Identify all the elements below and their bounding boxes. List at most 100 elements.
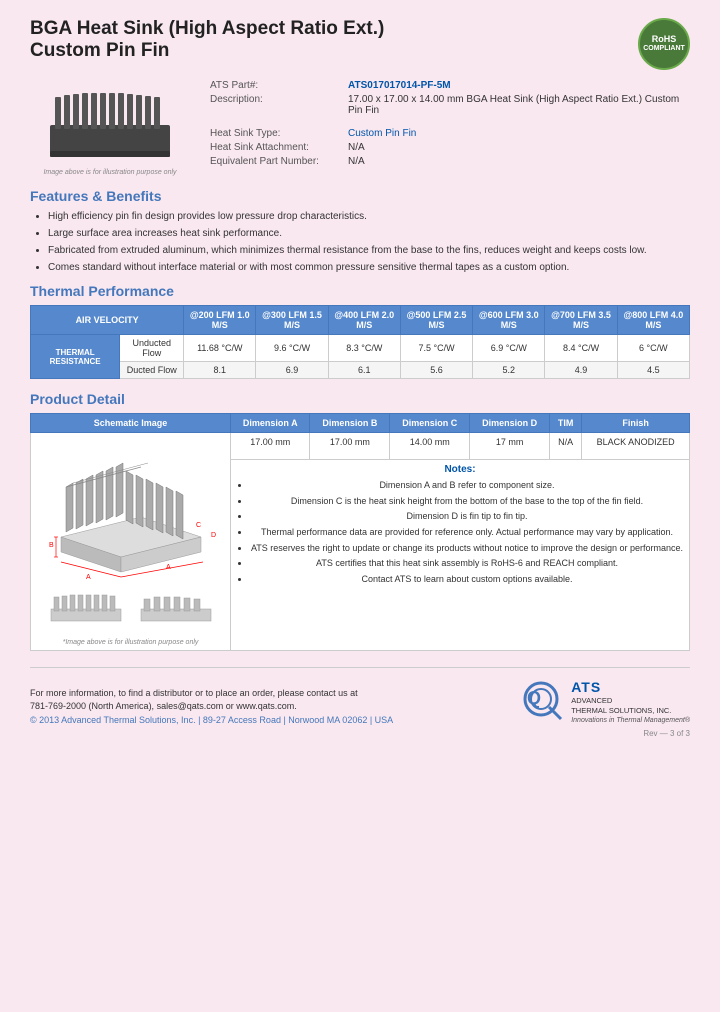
part-number-row: ATS Part#: ATS017017014-PF-5M <box>210 80 690 91</box>
product-image-area: Image above is for illustration purpose … <box>30 80 190 180</box>
unducted-300: 9.6 °C/W <box>256 335 328 362</box>
unducted-label: Unducted Flow <box>120 335 184 362</box>
features-title: Features & Benefits <box>30 188 690 204</box>
phone-line: 781-769-2000 (North America), sales@qats… <box>30 701 393 711</box>
unducted-500: 7.5 °C/W <box>400 335 472 362</box>
note-1: Dimension A and B refer to component siz… <box>250 479 684 492</box>
attachment-label: Heat Sink Attachment: <box>210 142 340 153</box>
description-value: 17.00 x 17.00 x 14.00 mm BGA Heat Sink (… <box>348 94 690 116</box>
copyright: © 2013 Advanced Thermal Solutions, Inc. … <box>30 715 393 725</box>
ducted-400: 6.1 <box>328 362 400 379</box>
thermal-table: AIR VELOCITY @200 LFM 1.0 M/S @300 LFM 1… <box>30 305 690 379</box>
note-2: Dimension C is the heat sink height from… <box>250 495 684 508</box>
description-row: Description: 17.00 x 17.00 x 14.00 mm BG… <box>210 94 690 116</box>
spacer-row <box>210 119 690 125</box>
dim-b-value: 17.00 mm <box>310 433 390 460</box>
svg-text:C: C <box>196 522 201 529</box>
attachment-row: Heat Sink Attachment: N/A <box>210 142 690 153</box>
feature-item-4: Comes standard without interface materia… <box>48 261 690 275</box>
ducted-200: 8.1 <box>184 362 256 379</box>
notes-list: Dimension A and B refer to component siz… <box>250 479 684 585</box>
schematic-bottom-diagram <box>46 594 216 634</box>
ducted-700: 4.9 <box>545 362 617 379</box>
unducted-200: 11.68 °C/W <box>184 335 256 362</box>
heat-sink-image <box>40 85 180 165</box>
tim-header: TIM <box>550 414 582 433</box>
col-200lfm: @200 LFM 1.0 M/S <box>184 306 256 335</box>
product-title-line2: Custom Pin Fin <box>30 40 384 62</box>
equivalent-part-row: Equivalent Part Number: N/A <box>210 156 690 167</box>
svg-text:A: A <box>86 574 91 581</box>
ats-logo: Q ATS ADVANCED THERMAL SOLUTIONS, INC. I… <box>521 678 690 725</box>
product-detail-table: Schematic Image Dimension A Dimension B … <box>30 413 690 651</box>
ats-q-logo: Q <box>521 679 565 723</box>
unducted-600: 6.9 °C/W <box>473 335 545 362</box>
finish-value: BLACK ANODIZED <box>582 433 690 460</box>
finish-header: Finish <box>582 414 690 433</box>
tim-value: N/A <box>550 433 582 460</box>
ducted-label: Ducted Flow <box>120 362 184 379</box>
rohs-sub: COMPLIANT <box>643 45 685 53</box>
dim-d-value: 17 mm <box>470 433 550 460</box>
title-block: BGA Heat Sink (High Aspect Ratio Ext.) C… <box>30 18 384 62</box>
note-5: ATS reserves the right to update or chan… <box>250 542 684 555</box>
rohs-badge: RoHS COMPLIANT <box>638 18 690 70</box>
dim-a-value: 17.00 mm <box>231 433 310 460</box>
ducted-300: 6.9 <box>256 362 328 379</box>
attachment-value: N/A <box>348 142 365 153</box>
feature-item-1: High efficiency pin fin design provides … <box>48 210 690 224</box>
page-number: Rev — 3 of 3 <box>30 729 690 738</box>
ats-text-block: ATS ADVANCED THERMAL SOLUTIONS, INC. Inn… <box>571 678 690 725</box>
image-note: Image above is for illustration purpose … <box>43 169 176 176</box>
feature-item-2: Large surface area increases heat sink p… <box>48 227 690 241</box>
unducted-700: 8.4 °C/W <box>545 335 617 362</box>
ducted-800: 4.5 <box>617 362 689 379</box>
header-section: BGA Heat Sink (High Aspect Ratio Ext.) C… <box>30 18 690 70</box>
heat-sink-type-row: Heat Sink Type: Custom Pin Fin <box>210 128 690 139</box>
col-300lfm: @300 LFM 1.5 M/S <box>256 306 328 335</box>
contact-line: For more information, to find a distribu… <box>30 688 393 698</box>
schematic-image-note: *Image above is for illustration purpose… <box>36 639 225 646</box>
notes-cell: Notes: Dimension A and B refer to compon… <box>231 460 690 651</box>
air-velocity-header: AIR VELOCITY <box>31 306 184 335</box>
page: BGA Heat Sink (High Aspect Ratio Ext.) C… <box>0 0 720 1012</box>
description-label: Description: <box>210 94 340 105</box>
schematic-cell: B A A C D <box>31 433 231 651</box>
rohs-text: RoHS <box>652 34 677 45</box>
features-list: High efficiency pin fin design provides … <box>48 210 690 275</box>
unducted-400: 8.3 °C/W <box>328 335 400 362</box>
product-details: ATS Part#: ATS017017014-PF-5M Descriptio… <box>210 80 690 180</box>
dim-b-header: Dimension B <box>310 414 390 433</box>
product-detail-title: Product Detail <box>30 391 690 407</box>
part-number-label: ATS Part#: <box>210 80 340 91</box>
thermal-resistance-label: THERMAL RESISTANCE <box>31 335 120 379</box>
ats-sub-text2: THERMAL SOLUTIONS, INC. <box>571 706 690 716</box>
info-product-section: Image above is for illustration purpose … <box>30 80 690 180</box>
dim-a-header: Dimension A <box>231 414 310 433</box>
footer-section: For more information, to find a distribu… <box>30 667 690 725</box>
schematic-image: B A A C D <box>41 437 221 592</box>
svg-text:A: A <box>166 564 171 571</box>
part-number-value: ATS017017014-PF-5M <box>348 80 451 91</box>
note-7: Contact ATS to learn about custom option… <box>250 573 684 586</box>
ducted-500: 5.6 <box>400 362 472 379</box>
footer-right: Q ATS ADVANCED THERMAL SOLUTIONS, INC. I… <box>521 678 690 725</box>
footer-left: For more information, to find a distribu… <box>30 688 393 725</box>
equivalent-part-label: Equivalent Part Number: <box>210 156 340 167</box>
dim-d-header: Dimension D <box>470 414 550 433</box>
ducted-600: 5.2 <box>473 362 545 379</box>
thermal-title: Thermal Performance <box>30 283 690 299</box>
note-6: ATS certifies that this heat sink assemb… <box>250 557 684 570</box>
col-500lfm: @500 LFM 2.5 M/S <box>400 306 472 335</box>
ats-sub-text: ADVANCED <box>571 696 690 706</box>
notes-title: Notes: <box>236 464 684 475</box>
col-800lfm: @800 LFM 4.0 M/S <box>617 306 689 335</box>
svg-text:D: D <box>211 532 216 539</box>
ats-tagline: Innovations in Thermal Management® <box>571 716 690 725</box>
heat-sink-type-label: Heat Sink Type: <box>210 128 340 139</box>
col-600lfm: @600 LFM 3.0 M/S <box>473 306 545 335</box>
dim-c-header: Dimension C <box>390 414 470 433</box>
schematic-header: Schematic Image <box>31 414 231 433</box>
svg-text:B: B <box>49 542 54 549</box>
ats-main-text: ATS <box>571 678 690 696</box>
